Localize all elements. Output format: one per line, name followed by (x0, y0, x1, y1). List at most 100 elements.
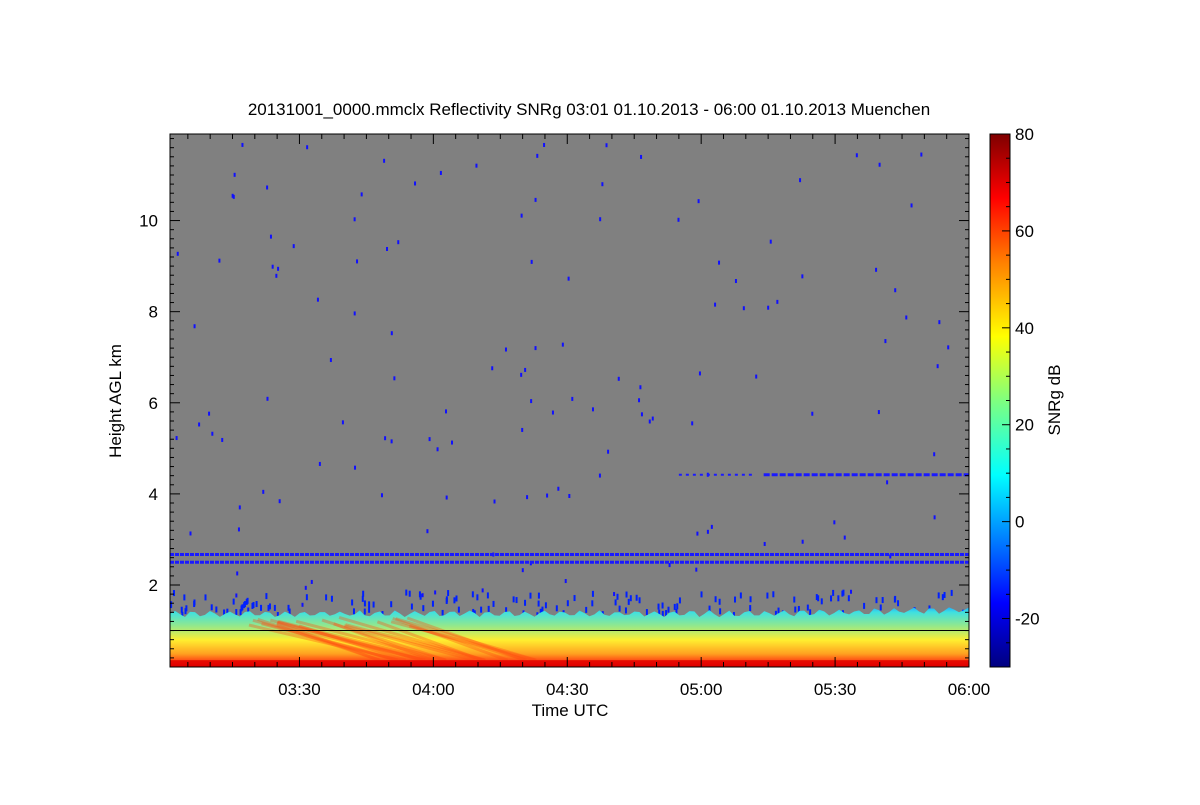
noise-dot (614, 599, 617, 606)
noise-dot (591, 590, 594, 597)
noise-dot (233, 172, 236, 177)
noise-dot (566, 600, 569, 607)
colorbar-tick-label: 60 (1015, 222, 1034, 241)
noise-dot (534, 197, 537, 202)
noise-dot (252, 602, 255, 609)
noise-dot (801, 274, 804, 279)
noise-dot (304, 585, 307, 590)
noise-dot (316, 297, 319, 302)
noise-dot (696, 531, 699, 536)
noise-dot (390, 601, 393, 608)
noise-dot (491, 366, 494, 371)
noise-dot (820, 598, 823, 605)
noise-dot (487, 605, 490, 612)
noise-dot (881, 597, 884, 604)
noise-dot (613, 592, 616, 597)
noise-dot (380, 493, 383, 498)
noise-dot (265, 593, 268, 600)
noise-dot (262, 489, 265, 494)
noise-dot (390, 331, 393, 336)
noise-dot (368, 601, 371, 608)
noise-dot (897, 600, 900, 607)
noise-dot (384, 436, 387, 441)
noise-dot (607, 449, 610, 454)
noise-dot (480, 606, 483, 613)
noise-dot (601, 182, 604, 187)
noise-dot (445, 596, 448, 603)
noise-dot (667, 606, 670, 613)
colorbar-tick-label: 40 (1015, 319, 1034, 338)
noise-dot (591, 407, 594, 412)
noise-dot (193, 324, 196, 329)
noise-dot (763, 541, 766, 546)
noise-dot (445, 495, 448, 500)
noise-dot (476, 594, 479, 601)
noise-dot (809, 609, 812, 616)
noise-dot (218, 258, 221, 263)
noise-dot (811, 411, 814, 416)
noise-dot (739, 592, 742, 599)
noise-dot (341, 420, 344, 425)
noise-dot (568, 493, 571, 498)
noise-dot (397, 240, 400, 245)
x-tick-label: 06:00 (948, 680, 991, 699)
noise-dot (894, 595, 897, 602)
noise-dot (551, 410, 554, 415)
noise-dot (441, 609, 444, 616)
noise-dot (937, 592, 940, 599)
noise-dot (537, 592, 540, 599)
noise-dot (863, 602, 866, 609)
noise-dot (351, 599, 354, 606)
noise-dot (742, 306, 745, 311)
noise-dot (189, 531, 192, 536)
noise-dot (573, 595, 576, 602)
noise-dot (537, 600, 540, 607)
colorbar-tick-label: 80 (1015, 125, 1034, 144)
noise-dot (627, 598, 630, 605)
noise-dot (734, 596, 737, 603)
noise-dot (436, 447, 439, 452)
noise-dot (431, 600, 434, 607)
noise-dot (767, 305, 770, 310)
noise-dot (524, 367, 527, 372)
noise-dot (444, 409, 447, 414)
noise-dot (238, 505, 241, 510)
noise-dot (905, 315, 908, 320)
noise-dot (362, 590, 365, 597)
noise-dot (847, 595, 850, 602)
noise-dot (645, 609, 648, 616)
noise-dot (938, 320, 941, 325)
noise-dot (591, 600, 594, 607)
chart-svg: 20131001_0000.mmclx Reflectivity SNRg 03… (106, 100, 1064, 720)
noise-dot (305, 594, 308, 601)
noise-dot (310, 579, 313, 584)
noise-dot (231, 193, 234, 198)
noise-dot (769, 239, 772, 244)
noise-dot (278, 499, 281, 504)
noise-dot (933, 452, 936, 457)
noise-dot (183, 594, 186, 601)
noise-dot (850, 589, 853, 594)
noise-dot (492, 600, 495, 607)
noise-dot (471, 591, 474, 598)
noise-dot (543, 142, 546, 147)
noise-dot (434, 590, 437, 595)
noise-dot (208, 411, 211, 416)
noise-dot (481, 588, 484, 593)
noise-dot (243, 601, 246, 608)
noise-dot (794, 606, 797, 613)
noise-dot (184, 608, 187, 615)
noise-dot (418, 591, 421, 598)
noise-dot (879, 604, 882, 611)
x-axis-label: Time UTC (532, 701, 609, 720)
noise-dot (943, 591, 946, 598)
noise-dot (410, 603, 413, 610)
noise-dot (815, 594, 818, 601)
noise-dot (266, 396, 269, 401)
noise-dot (638, 398, 641, 403)
noise-dot (453, 597, 456, 604)
y-tick-label: 8 (149, 303, 158, 322)
noise-dot (422, 605, 425, 612)
noise-dot (841, 590, 844, 597)
noise-dot (585, 606, 588, 613)
